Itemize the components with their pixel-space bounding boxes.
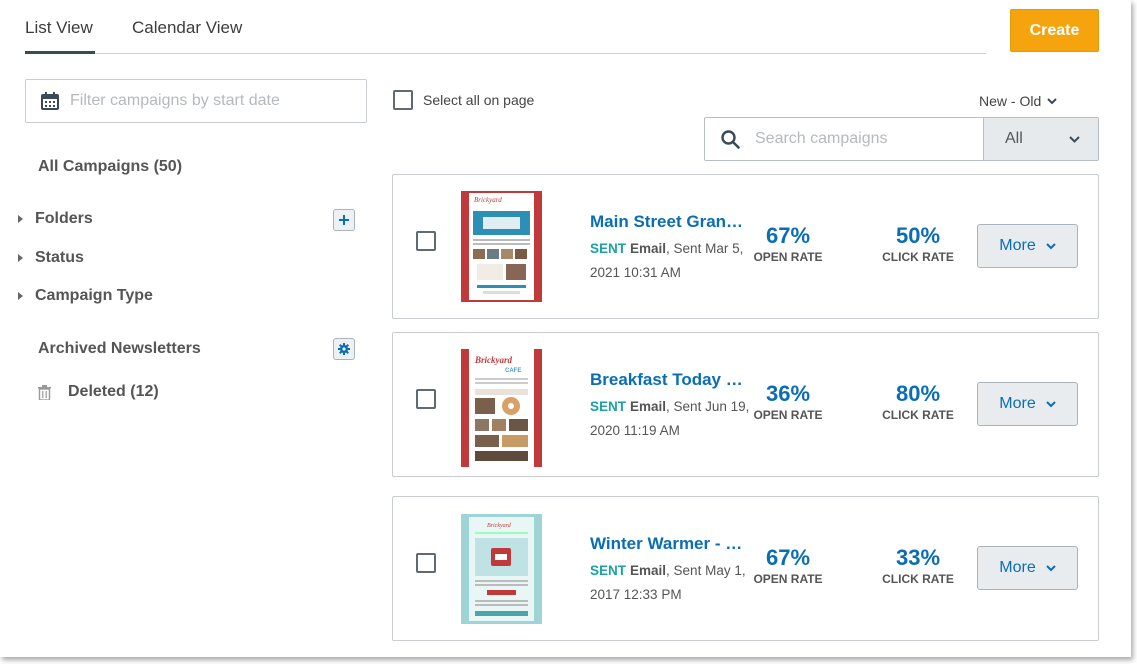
campaign-type: Email bbox=[630, 241, 667, 256]
campaign-card: Brickyard Winter Warmer - Specials SENTE… bbox=[392, 496, 1099, 641]
svg-text:CAFE: CAFE bbox=[505, 368, 521, 374]
campaign-checkbox[interactable] bbox=[416, 553, 436, 573]
svg-text:Brickyard: Brickyard bbox=[487, 523, 512, 529]
select-all-label: Select all on page bbox=[423, 92, 535, 108]
folders-toggle[interactable]: Folders bbox=[18, 210, 93, 228]
tab-list-view[interactable]: List View bbox=[25, 18, 95, 54]
search-input[interactable] bbox=[755, 118, 983, 160]
add-folder-button[interactable] bbox=[333, 209, 355, 231]
archived-newsletters-link[interactable]: Archived Newsletters bbox=[38, 340, 201, 358]
status-toggle[interactable]: Status bbox=[18, 249, 84, 267]
click-rate-stat: 50% CLICK RATE bbox=[879, 223, 957, 264]
chevron-down-icon bbox=[1069, 135, 1080, 143]
open-rate-value: 67% bbox=[765, 223, 811, 248]
click-rate-stat: 33% CLICK RATE bbox=[879, 545, 957, 586]
caret-right-icon bbox=[18, 292, 23, 300]
click-rate-stat: 80% CLICK RATE bbox=[879, 381, 957, 422]
select-all-control[interactable]: Select all on page bbox=[393, 90, 534, 110]
campaign-type-toggle[interactable]: Campaign Type bbox=[18, 287, 153, 305]
chevron-down-icon bbox=[1046, 564, 1056, 571]
create-button[interactable]: Create bbox=[1010, 9, 1099, 52]
deleted-campaigns-link[interactable]: Deleted (12) bbox=[38, 383, 159, 401]
trash-icon bbox=[38, 384, 51, 400]
open-rate-label: OPEN RATE bbox=[753, 250, 823, 264]
tab-calendar-view[interactable]: Calendar View bbox=[132, 18, 242, 38]
search-icon bbox=[705, 118, 755, 160]
plus-icon bbox=[339, 215, 349, 225]
click-rate-label: CLICK RATE bbox=[882, 408, 954, 422]
campaign-thumbnail[interactable]: Brickyard bbox=[461, 191, 542, 302]
open-rate-stat: 67% OPEN RATE bbox=[749, 223, 827, 264]
campaign-meta: SENT Email, Sent Mar 5, 2021 10:31 AM bbox=[590, 237, 755, 285]
campaign-card: Brickyard Main Street Grand Reopening SE… bbox=[392, 174, 1099, 319]
calendar-icon bbox=[41, 92, 59, 110]
more-button[interactable]: More bbox=[977, 546, 1078, 590]
svg-text:Brickyard: Brickyard bbox=[474, 355, 512, 365]
click-rate-value: 50% bbox=[895, 223, 941, 248]
search-bar: All bbox=[704, 117, 1099, 161]
campaigns-page: List View Calendar View Create All Campa… bbox=[0, 0, 1131, 657]
campaign-meta: SENT Email, Sent Jun 19, 2020 11:19 AM bbox=[590, 395, 755, 443]
search-filter-value: All bbox=[1005, 130, 1023, 147]
click-rate-label: CLICK RATE bbox=[882, 250, 954, 264]
all-campaigns-link[interactable]: All Campaigns (50) bbox=[38, 158, 182, 176]
caret-right-icon bbox=[18, 215, 23, 223]
more-label: More bbox=[999, 559, 1036, 576]
campaign-checkbox[interactable] bbox=[416, 389, 436, 409]
campaign-title[interactable]: Breakfast Today Recipes bbox=[590, 370, 752, 390]
sort-label: New - Old bbox=[979, 93, 1042, 109]
campaign-thumbnail[interactable]: Brickyard bbox=[461, 514, 542, 624]
campaign-checkbox[interactable] bbox=[416, 231, 436, 251]
more-button[interactable]: More bbox=[977, 382, 1078, 426]
open-rate-value: 36% bbox=[765, 381, 811, 406]
click-rate-label: CLICK RATE bbox=[882, 572, 954, 586]
open-rate-stat: 67% OPEN RATE bbox=[749, 545, 827, 586]
open-rate-label: OPEN RATE bbox=[753, 408, 823, 422]
chevron-down-icon bbox=[1046, 400, 1056, 407]
sort-dropdown[interactable]: New - Old bbox=[979, 93, 1057, 109]
campaign-title[interactable]: Main Street Grand Reopening bbox=[590, 212, 752, 232]
search-filter-select[interactable]: All bbox=[983, 118, 1098, 160]
more-label: More bbox=[999, 395, 1036, 412]
campaign-type: Email bbox=[630, 563, 667, 578]
open-rate-value: 67% bbox=[765, 545, 811, 570]
folders-label: Folders bbox=[35, 210, 93, 227]
click-rate-value: 33% bbox=[895, 545, 941, 570]
date-filter-input[interactable] bbox=[70, 92, 350, 110]
svg-text:Brickyard: Brickyard bbox=[474, 196, 502, 204]
more-button[interactable]: More bbox=[977, 224, 1078, 268]
chevron-down-icon bbox=[1047, 97, 1057, 104]
date-filter-field[interactable] bbox=[25, 79, 367, 123]
open-rate-label: OPEN RATE bbox=[753, 572, 823, 586]
campaign-type: Email bbox=[630, 399, 667, 414]
campaign-meta: SENT Email, Sent May 1, 2017 12:33 PM bbox=[590, 559, 755, 607]
status-badge: SENT bbox=[590, 563, 627, 578]
status-badge: SENT bbox=[590, 241, 627, 256]
status-badge: SENT bbox=[590, 399, 627, 414]
open-rate-stat: 36% OPEN RATE bbox=[749, 381, 827, 422]
select-all-checkbox[interactable] bbox=[393, 90, 413, 110]
campaign-card: Brickyard CAFE Breakfast Today Recipes S… bbox=[392, 332, 1099, 477]
campaign-type-label: Campaign Type bbox=[35, 287, 153, 304]
gear-icon bbox=[338, 343, 350, 355]
chevron-down-icon bbox=[1046, 242, 1056, 249]
status-label: Status bbox=[35, 249, 84, 266]
view-tabs: List View Calendar View bbox=[25, 0, 986, 54]
caret-right-icon bbox=[18, 254, 23, 262]
click-rate-value: 80% bbox=[895, 381, 941, 406]
more-label: More bbox=[999, 237, 1036, 254]
deleted-label: Deleted (12) bbox=[68, 383, 159, 400]
campaign-thumbnail[interactable]: Brickyard CAFE bbox=[461, 349, 542, 467]
archive-settings-button[interactable] bbox=[333, 338, 355, 360]
campaign-title[interactable]: Winter Warmer - Specials bbox=[590, 534, 752, 554]
